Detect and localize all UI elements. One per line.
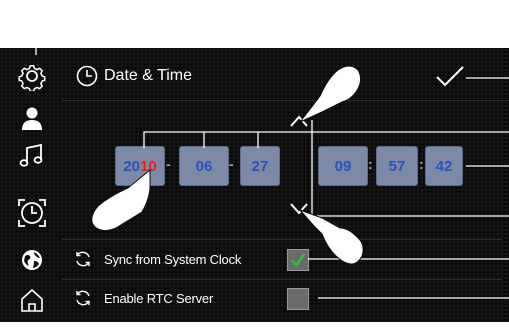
second-field[interactable]: 42 — [425, 146, 463, 186]
page-title: Date & Time — [104, 67, 193, 84]
sync-system-clock-checkbox[interactable] — [287, 249, 309, 271]
date-separator: - — [229, 156, 234, 172]
confirm-check-icon[interactable] — [434, 64, 466, 93]
year-suffix-highlighted: 10 — [140, 157, 157, 175]
month-field[interactable]: 06 — [179, 146, 229, 186]
sync-icon — [74, 289, 92, 312]
minute-field[interactable]: 57 — [376, 146, 418, 186]
sync-system-clock-label: Sync from System Clock — [104, 252, 242, 267]
sidebar — [0, 48, 62, 322]
settings-icon[interactable] — [14, 58, 50, 94]
year-prefix: 20 — [123, 157, 140, 175]
globe-icon[interactable] — [14, 242, 50, 278]
enable-rtc-server-checkbox[interactable] — [287, 288, 309, 310]
clock-title-icon — [76, 65, 98, 92]
time-separator: : — [419, 156, 424, 172]
hour-field[interactable]: 09 — [318, 146, 368, 186]
home-icon[interactable] — [14, 282, 50, 318]
enable-rtc-server-label: Enable RTC Server — [104, 291, 214, 306]
year-field[interactable]: 20 10 — [115, 146, 165, 186]
options-divider — [62, 239, 502, 240]
day-field[interactable]: 27 — [240, 146, 280, 186]
user-icon[interactable] — [14, 100, 50, 136]
checkmark-icon — [291, 253, 305, 267]
time-separator: : — [368, 156, 373, 172]
date-separator: - — [166, 156, 171, 172]
options-divider — [62, 279, 502, 280]
header-divider — [62, 100, 509, 101]
increment-arrow-icon[interactable] — [289, 114, 309, 133]
decrement-arrow-icon[interactable] — [289, 202, 309, 221]
clock-icon[interactable] — [14, 195, 50, 231]
sync-icon — [74, 250, 92, 273]
music-icon[interactable] — [14, 138, 50, 174]
